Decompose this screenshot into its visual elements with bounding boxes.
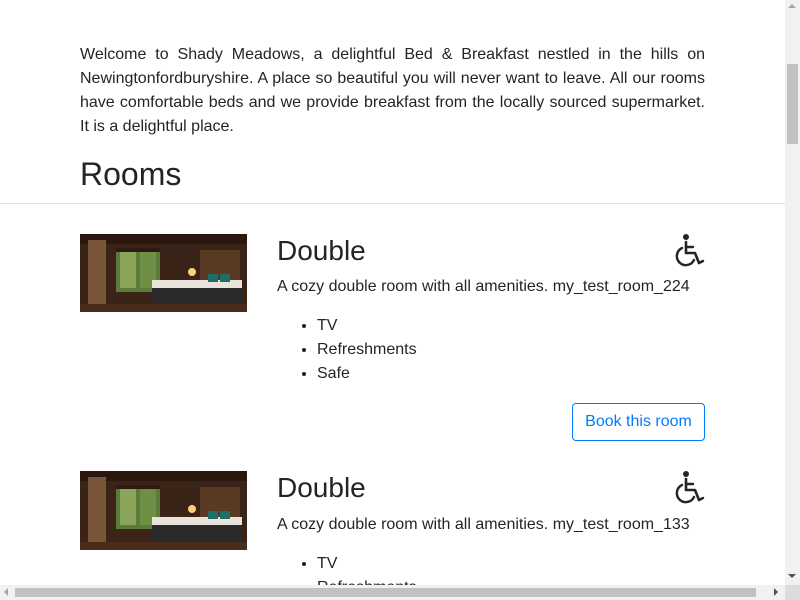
section-divider bbox=[0, 203, 785, 204]
intro-paragraph: Welcome to Shady Meadows, a delightful B… bbox=[80, 46, 705, 135]
scroll-down-arrow-icon[interactable] bbox=[788, 574, 796, 578]
room-features-list: TV Refreshments bbox=[277, 552, 417, 585]
scroll-left-arrow-icon[interactable] bbox=[4, 588, 8, 596]
rooms-heading: Rooms bbox=[80, 156, 182, 192]
wheelchair-icon bbox=[675, 471, 705, 504]
horizontal-scrollbar[interactable] bbox=[0, 585, 785, 600]
feature-item: TV bbox=[317, 552, 417, 576]
scroll-up-arrow-icon[interactable] bbox=[788, 4, 796, 8]
room-features-list: TV Refreshments Safe bbox=[277, 314, 417, 386]
page-viewport: Welcome to Shady Meadows, a delightful B… bbox=[0, 0, 785, 585]
scroll-right-arrow-icon[interactable] bbox=[774, 588, 778, 596]
scrollbar-corner bbox=[785, 585, 800, 600]
room-image bbox=[80, 234, 247, 312]
room-description: A cozy double room with all amenities. m… bbox=[277, 278, 690, 295]
feature-item: TV bbox=[317, 314, 417, 338]
room-title: Double bbox=[277, 472, 366, 503]
room-title: Double bbox=[277, 235, 366, 266]
vertical-scroll-thumb[interactable] bbox=[787, 64, 798, 144]
room-image bbox=[80, 471, 247, 550]
horizontal-scroll-thumb[interactable] bbox=[15, 588, 756, 597]
feature-item: Safe bbox=[317, 362, 417, 386]
wheelchair-icon bbox=[675, 234, 705, 267]
book-room-button[interactable]: Book this room bbox=[572, 403, 705, 441]
feature-item: Refreshments bbox=[317, 338, 417, 362]
feature-item: Refreshments bbox=[317, 576, 417, 585]
vertical-scrollbar[interactable] bbox=[785, 0, 800, 585]
room-description: A cozy double room with all amenities. m… bbox=[277, 516, 690, 533]
